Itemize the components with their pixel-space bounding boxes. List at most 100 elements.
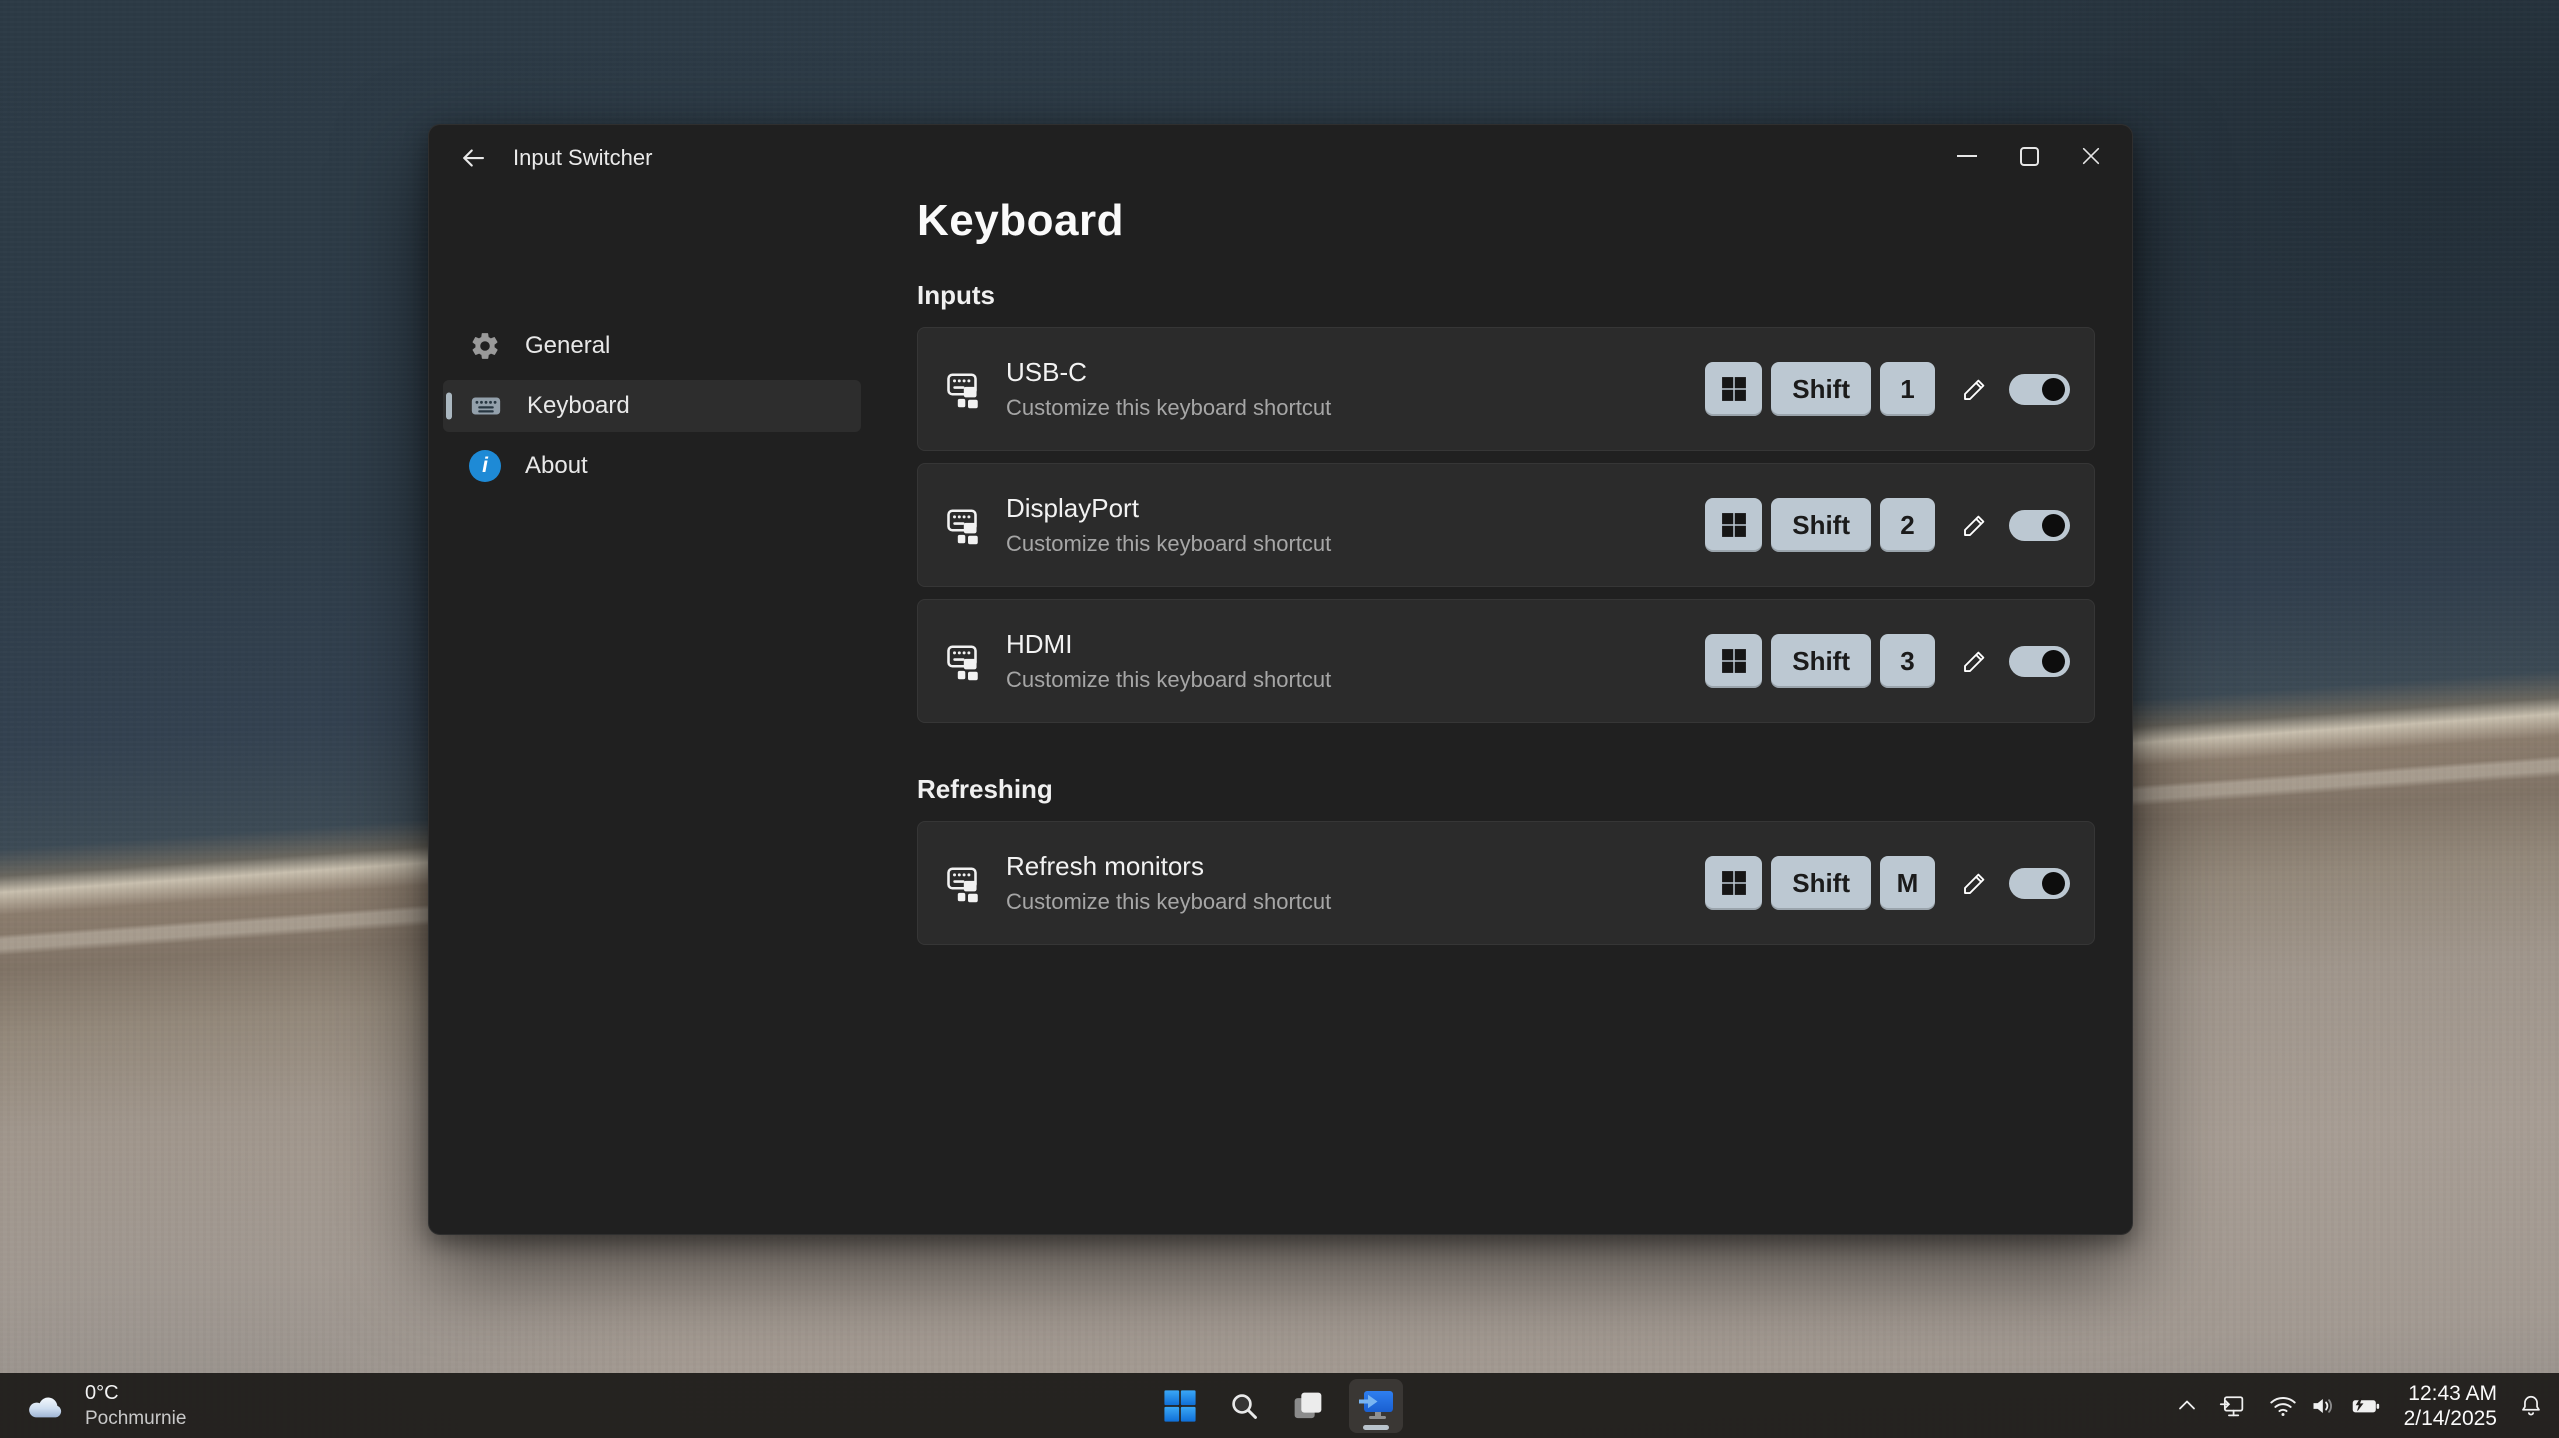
start-button[interactable] (1157, 1383, 1203, 1429)
shift-key-chip: Shift (1771, 634, 1871, 688)
keyboard-shortcut-icon (944, 862, 986, 904)
weather-temperature: 0°C (85, 1382, 186, 1405)
row-actions: Shift 2 (1696, 498, 2070, 552)
status-cluster[interactable] (2260, 1394, 2390, 1418)
keyboard-shortcut-icon (944, 504, 986, 546)
win-key-chip (1705, 856, 1762, 910)
key-chip: 3 (1880, 634, 1935, 688)
pencil-icon (1960, 646, 1990, 676)
wifi-icon (2269, 1394, 2297, 1418)
section-title-inputs: Inputs (917, 280, 2095, 311)
keyboard-shortcut-icon (944, 640, 986, 682)
win-key-chip (1705, 634, 1762, 688)
shortcut-row-usbc: USB-C Customize this keyboard shortcut S… (917, 327, 2095, 451)
pencil-icon (1960, 510, 1990, 540)
keyboard-shortcut-icon (944, 368, 986, 410)
shortcut-toggle[interactable] (2009, 374, 2070, 405)
cloud-icon (24, 1390, 70, 1422)
back-button[interactable] (451, 138, 495, 178)
shortcut-toggle[interactable] (2009, 646, 2070, 677)
maximize-button[interactable] (1998, 130, 2060, 182)
edit-shortcut-button[interactable] (1953, 503, 1997, 547)
keyboard-icon (469, 389, 503, 423)
row-subtitle: Customize this keyboard shortcut (1006, 889, 1331, 915)
close-button[interactable] (2060, 130, 2122, 182)
key-chip: 1 (1880, 362, 1935, 416)
shortcut-row-refresh-monitors: Refresh monitors Customize this keyboard… (917, 821, 2095, 945)
weather-condition: Pochmurnie (85, 1408, 186, 1430)
shift-key-chip: Shift (1771, 498, 1871, 552)
row-title: Refresh monitors (1006, 851, 1331, 882)
windows-logo-icon (1721, 870, 1747, 896)
settings-content: Keyboard Inputs USB-C Customize this key… (917, 196, 2095, 957)
search-icon (1228, 1390, 1260, 1422)
row-title: HDMI (1006, 629, 1331, 660)
notification-bell-button[interactable] (2511, 1383, 2551, 1429)
windows-logo-icon (1721, 648, 1747, 674)
toggle-knob (2042, 650, 2065, 673)
toggle-knob (2042, 872, 2065, 895)
section-title-refreshing: Refreshing (917, 774, 2095, 805)
row-actions: Shift M (1696, 856, 2070, 910)
key-chip: 2 (1880, 498, 1935, 552)
chevron-up-icon (2175, 1394, 2199, 1418)
sidebar-item-about[interactable]: i About (443, 440, 861, 492)
gear-icon (469, 330, 501, 362)
key-chip: M (1880, 856, 1935, 910)
taskbar-app-input-switcher[interactable] (1349, 1379, 1403, 1433)
shortcut-toggle[interactable] (2009, 510, 2070, 541)
windows-logo-icon (1721, 376, 1747, 402)
shift-key-chip: Shift (1771, 856, 1871, 910)
clock[interactable]: 12:43 AM 2/14/2025 (2396, 1381, 2505, 1431)
app-window: Input Switcher General Keyboard i About (428, 124, 2133, 1235)
shortcut-row-displayport: DisplayPort Customize this keyboard shor… (917, 463, 2095, 587)
shortcut-toggle[interactable] (2009, 868, 2070, 899)
maximize-icon (2020, 147, 2039, 166)
row-subtitle: Customize this keyboard shortcut (1006, 531, 1331, 557)
weather-widget[interactable]: 0°C Pochmurnie (14, 1373, 196, 1438)
task-view-button[interactable] (1285, 1383, 1331, 1429)
row-text: HDMI Customize this keyboard shortcut (1006, 629, 1331, 693)
taskbar-center (1157, 1373, 1403, 1438)
desktop-wallpaper: Input Switcher General Keyboard i About (0, 0, 2559, 1438)
row-subtitle: Customize this keyboard shortcut (1006, 395, 1331, 421)
sidebar-item-label: Keyboard (527, 392, 630, 420)
win-key-chip (1705, 362, 1762, 416)
info-icon: i (469, 450, 501, 482)
row-actions: Shift 1 (1696, 362, 2070, 416)
minimize-icon (1957, 155, 1977, 157)
tray-input-switcher-icon[interactable] (2212, 1383, 2254, 1429)
toggle-knob (2042, 514, 2065, 537)
row-actions: Shift 3 (1696, 634, 2070, 688)
shift-key-chip: Shift (1771, 362, 1871, 416)
window-title: Input Switcher (513, 145, 652, 171)
clock-date: 2/14/2025 (2404, 1406, 2497, 1431)
pencil-icon (1960, 868, 1990, 898)
edit-shortcut-button[interactable] (1953, 367, 1997, 411)
minimize-button[interactable] (1936, 130, 1998, 182)
toggle-knob (2042, 378, 2065, 401)
sidebar-item-keyboard[interactable]: Keyboard (443, 380, 861, 432)
row-subtitle: Customize this keyboard shortcut (1006, 667, 1331, 693)
close-icon (2080, 145, 2102, 167)
system-tray: 12:43 AM 2/14/2025 (2168, 1373, 2551, 1438)
search-button[interactable] (1221, 1383, 1267, 1429)
input-switcher-app-icon (1356, 1388, 1396, 1424)
tray-chevron-up[interactable] (2168, 1383, 2206, 1429)
row-title: USB-C (1006, 357, 1331, 388)
row-text: USB-C Customize this keyboard shortcut (1006, 357, 1331, 421)
windows-logo-icon (1721, 512, 1747, 538)
sidebar-item-general[interactable]: General (443, 320, 861, 372)
weather-text: 0°C Pochmurnie (85, 1382, 186, 1430)
arrow-left-icon (458, 143, 488, 173)
edit-shortcut-button[interactable] (1953, 639, 1997, 683)
monitor-arrow-outline-icon (2219, 1392, 2247, 1420)
row-text: DisplayPort Customize this keyboard shor… (1006, 493, 1331, 557)
clock-time: 12:43 AM (2404, 1381, 2497, 1406)
row-title: DisplayPort (1006, 493, 1331, 524)
volume-icon (2310, 1394, 2338, 1418)
task-view-icon (1291, 1389, 1325, 1423)
edit-shortcut-button[interactable] (1953, 861, 1997, 905)
shortcut-row-hdmi: HDMI Customize this keyboard shortcut Sh… (917, 599, 2095, 723)
row-text: Refresh monitors Customize this keyboard… (1006, 851, 1331, 915)
